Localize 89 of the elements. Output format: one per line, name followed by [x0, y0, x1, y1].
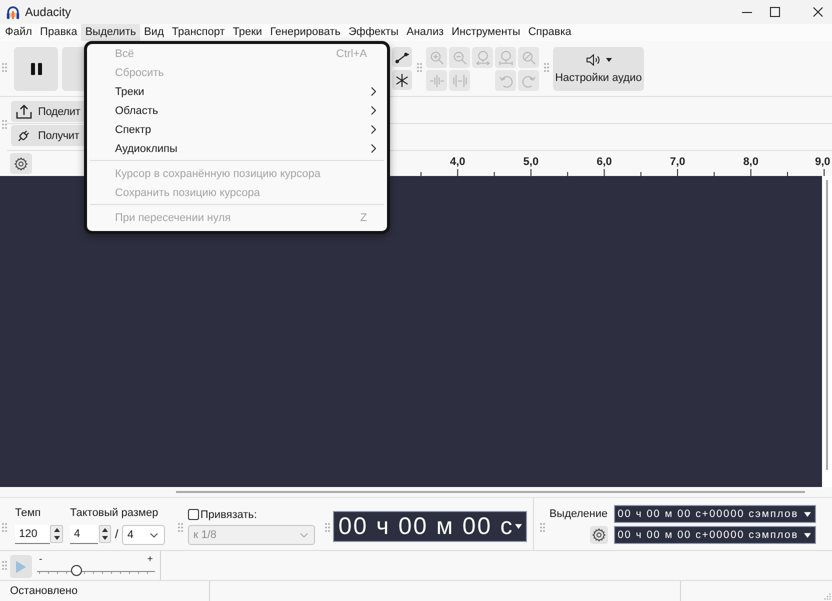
caret-down-icon [606, 58, 612, 62]
vertical-scrollbar[interactable] [822, 176, 832, 487]
menu-option[interactable]: Спектр [87, 120, 387, 139]
selection-start-field[interactable]: 00 ч 00 м 00 с+00000 сэмплов [614, 505, 816, 523]
note-value-select[interactable]: 4 [122, 525, 166, 545]
status-text: Остановлено [10, 585, 78, 597]
headphones-logo-icon [6, 5, 20, 19]
grip-icon[interactable] [2, 120, 7, 128]
ruler-label: 5,0 [523, 156, 539, 168]
menu-option[interactable]: Область [87, 101, 387, 120]
menu-item[interactable]: Справка [524, 24, 576, 41]
beats-field[interactable]: 4 [70, 525, 98, 544]
menu-item[interactable]: Инструменты [448, 24, 524, 41]
ruler-label: 6,0 [596, 156, 612, 168]
grip-icon[interactable] [540, 523, 546, 532]
menu-option[interactable]: Аудиоклипы [87, 139, 387, 158]
magnifier-slash-icon [522, 50, 536, 64]
time-signature-slash: / [115, 526, 118, 543]
grip-icon[interactable] [544, 63, 549, 72]
zoom-out-icon [452, 50, 466, 64]
line-with-points-icon [395, 50, 409, 64]
settings-icon [14, 156, 28, 170]
caret-down-icon [804, 532, 811, 538]
redo-icon [522, 74, 536, 88]
settings-button[interactable] [590, 526, 608, 544]
waveform-bars-icon [430, 74, 444, 88]
caret-down-icon [804, 512, 811, 516]
speaker-icon [586, 54, 600, 66]
menu-item[interactable]: Эффекты [344, 24, 402, 41]
ruler-label: 4,0 [450, 156, 466, 168]
down-arrow-icon [102, 536, 108, 540]
grip-icon[interactable] [2, 523, 7, 532]
ruler-label: 7,0 [670, 156, 686, 168]
pause-icon [30, 63, 42, 75]
undo-icon [498, 74, 512, 88]
menu-item[interactable]: Транспорт [168, 24, 229, 41]
ruler-label: 9,0 [815, 156, 830, 168]
grip-icon[interactable] [417, 63, 422, 72]
spin-button[interactable] [50, 525, 63, 543]
slider-min-label: - [39, 555, 42, 565]
menu-item[interactable]: Вид [140, 24, 168, 41]
upload-icon [16, 104, 32, 119]
get-button[interactable]: Получит [11, 125, 87, 146]
selection-label: Выделение [549, 508, 608, 520]
zoom-in-icon [430, 50, 444, 64]
envelope-tool-button[interactable] [392, 47, 412, 67]
snap-label: Привязать: [200, 508, 257, 520]
down-arrow-icon [54, 536, 60, 540]
selection-end-field[interactable]: 00 ч 00 м 00 с+00000 сэмплов [614, 526, 816, 544]
play-icon [16, 560, 26, 572]
up-arrow-icon [102, 528, 108, 532]
chevron-down-icon [150, 532, 158, 538]
magnifier-bracket-icon [498, 50, 512, 64]
menu-item[interactable]: Выделить [81, 24, 140, 41]
menu-item[interactable]: Правка [36, 24, 82, 41]
magnifier-arrows-icon [476, 50, 490, 64]
menu-item[interactable]: Генерировать [266, 24, 344, 41]
resize-grip-icon[interactable] [824, 593, 831, 600]
grip-icon[interactable] [325, 523, 330, 532]
menu-item[interactable]: Анализ [402, 24, 448, 41]
settings-icon [592, 528, 606, 542]
maximize-icon[interactable] [770, 7, 780, 17]
share-button[interactable]: Поделит [11, 101, 87, 122]
audio-setup-button[interactable]: Настройки аудио [553, 47, 644, 91]
slider-max-label: + [147, 555, 153, 565]
ruler-label: 8,0 [743, 156, 758, 168]
close-icon[interactable] [813, 7, 823, 17]
grip-icon[interactable] [2, 63, 7, 72]
time-display[interactable]: 00 ч 00 м 00 с [333, 511, 528, 542]
caret-down-icon [515, 524, 522, 529]
chevron-down-icon [300, 532, 308, 538]
menu-option[interactable]: Треки [87, 82, 387, 101]
plug-icon [16, 128, 32, 143]
spin-button[interactable] [99, 525, 111, 543]
split-bars-icon [452, 74, 466, 88]
horizontal-scrollbar[interactable] [176, 491, 805, 493]
grip-icon[interactable] [178, 523, 184, 532]
tempo-label: Темп [15, 507, 42, 520]
pause-button[interactable] [14, 47, 58, 91]
menu-item[interactable]: Треки [228, 24, 266, 41]
time-signature-label: Тактовый размер [70, 507, 160, 520]
grip-icon[interactable] [2, 561, 7, 570]
menu-item[interactable]: Файл [1, 24, 36, 41]
up-arrow-icon [54, 528, 60, 532]
tempo-field[interactable]: 120 [15, 525, 50, 544]
multi-tool-button[interactable] [392, 70, 412, 90]
settings-button[interactable] [10, 153, 32, 174]
asterisk-icon [395, 74, 409, 86]
window-title: Audacity [25, 5, 72, 19]
